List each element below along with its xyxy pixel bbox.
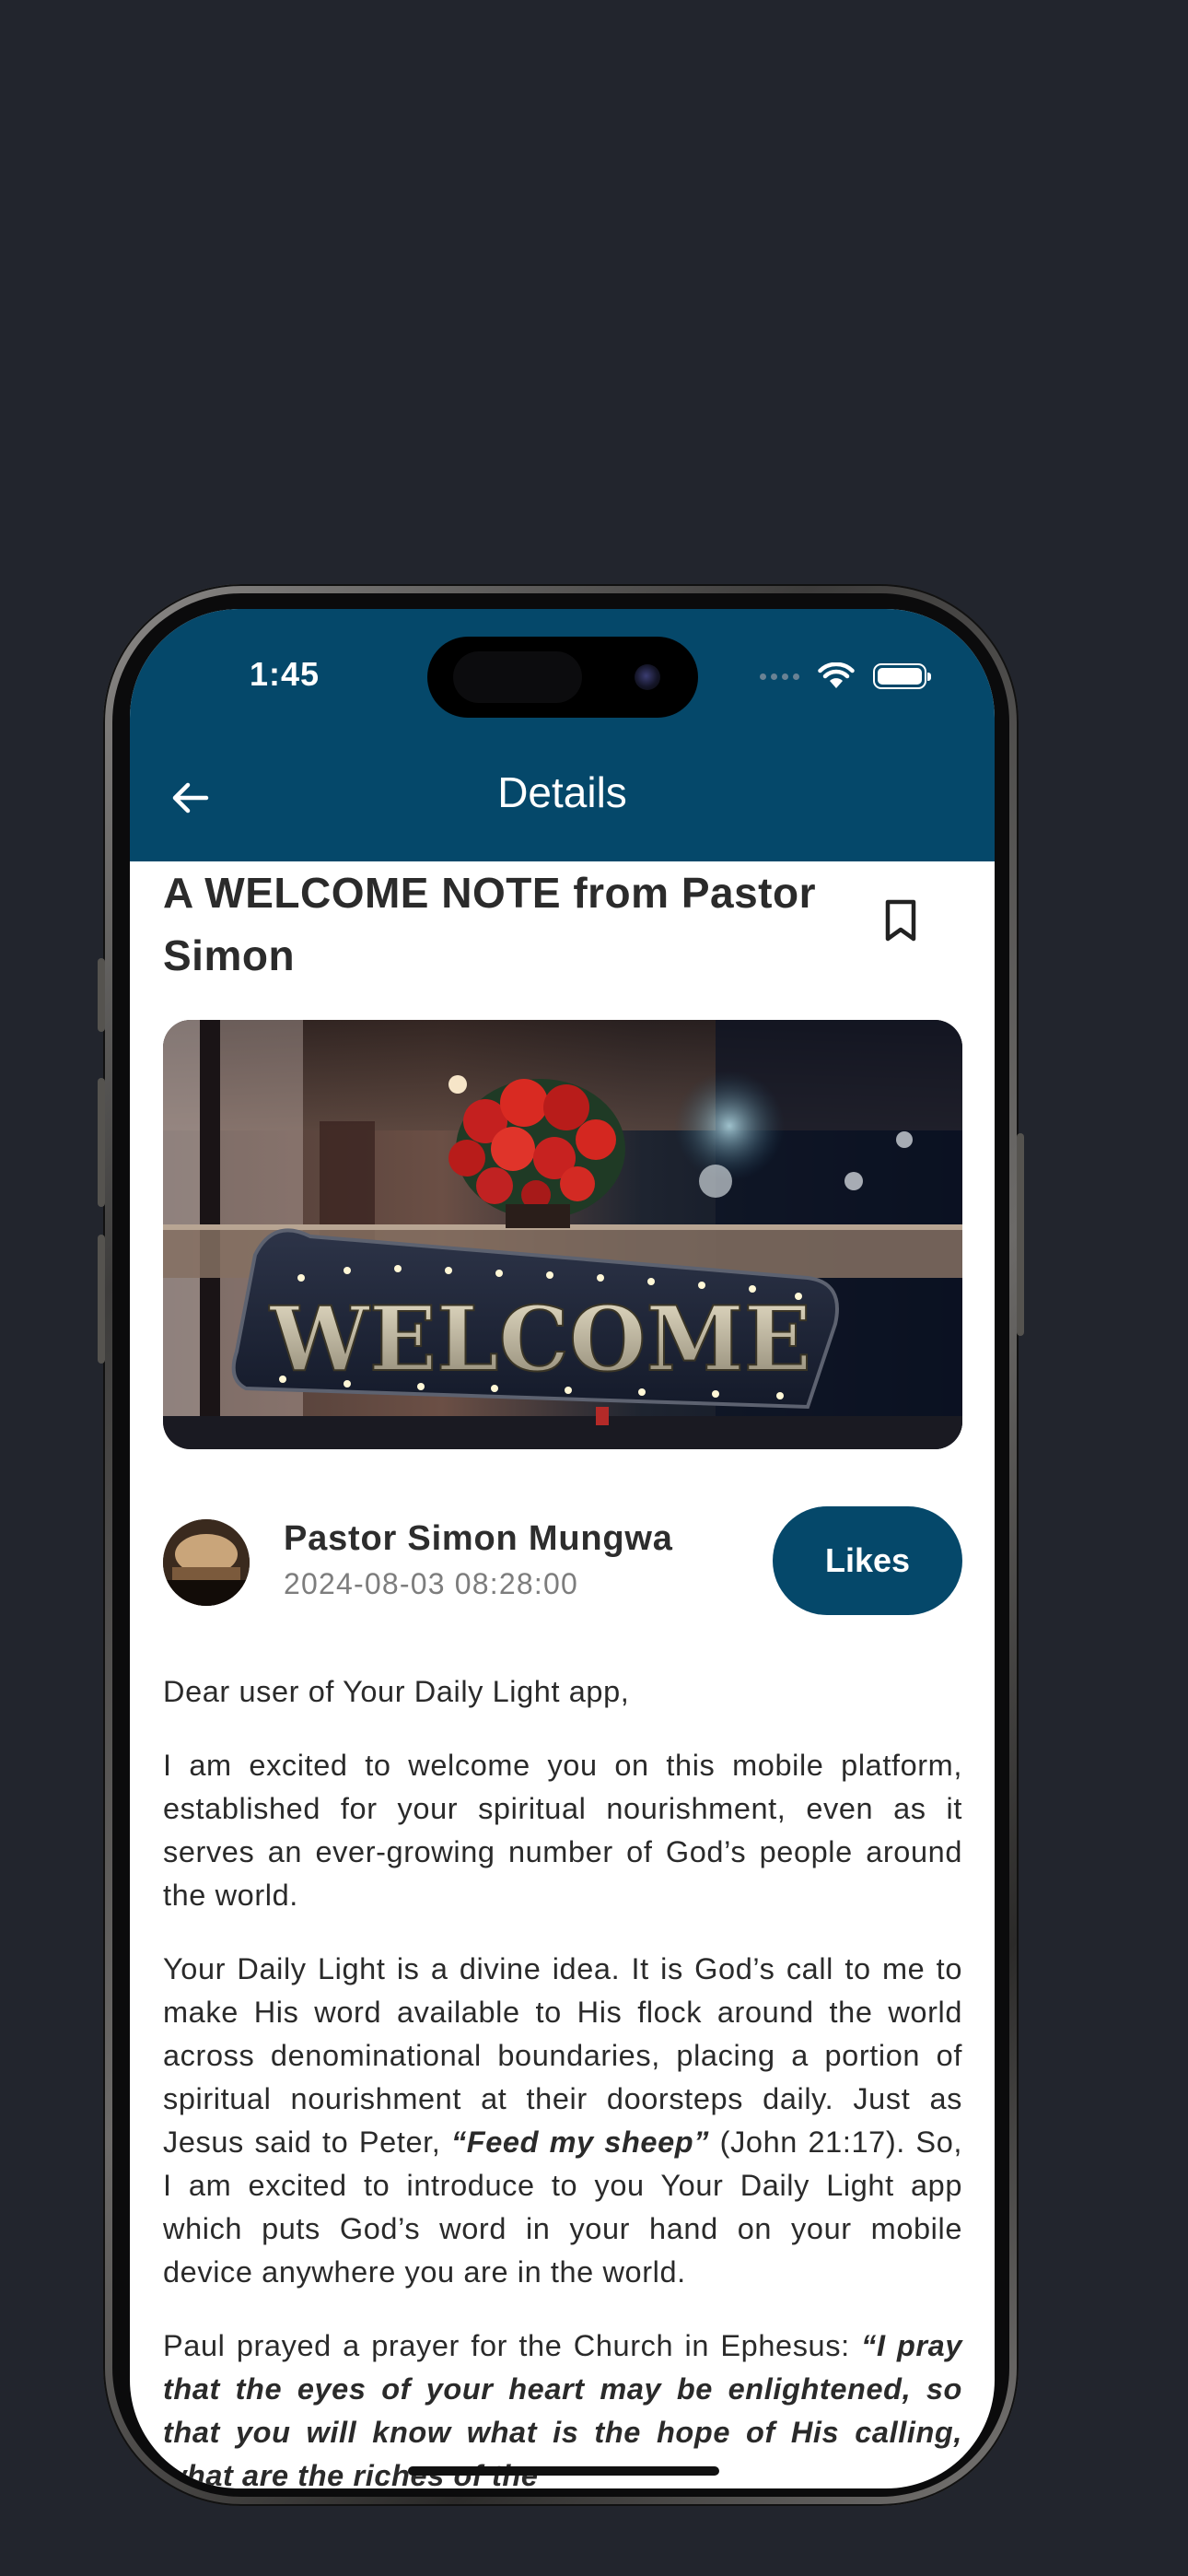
bookmark-button[interactable] — [880, 898, 921, 944]
status-indicators — [760, 661, 931, 692]
paragraph: I am excited to welcome you on this mobi… — [163, 1749, 962, 1912]
dynamic-island — [427, 637, 698, 718]
wifi-icon — [818, 662, 855, 688]
welcome-sign-text: WELCOME — [269, 1287, 811, 1391]
scripture-quote: “Feed my sheep” — [450, 2125, 710, 2159]
paragraph-text: Paul prayed a prayer for the Church in E… — [163, 2329, 862, 2362]
paragraph: Dear user of Your Daily Light app, — [163, 1675, 630, 1708]
post-image: WELCOME — [163, 1020, 962, 1449]
author-name[interactable]: Pastor Simon Mungwa — [284, 1519, 673, 1559]
paragraph: Your Daily Light is a divine idea. It is… — [163, 1948, 962, 2294]
phone-screen: 1:45 Details A WELCOME NOTE from Pastor … — [130, 609, 995, 2488]
status-time: 1:45 — [250, 655, 320, 693]
cellular-signal-icon — [760, 673, 799, 680]
power-button — [1017, 1133, 1024, 1336]
volume-up-button — [98, 1078, 105, 1207]
avatar[interactable] — [163, 1519, 250, 1606]
home-indicator[interactable] — [408, 2466, 719, 2476]
action-button — [98, 958, 105, 1032]
post-title: A WELCOME NOTE from Pastor Simon — [163, 869, 816, 979]
page-title: Details — [497, 768, 627, 816]
post-date: 2024-08-03 08:28:00 — [284, 1567, 578, 1600]
front-camera — [635, 664, 660, 690]
island-sensor — [453, 651, 582, 703]
welcome-sign-image: WELCOME — [163, 1020, 962, 1449]
author-row: Pastor Simon Mungwa 2024-08-03 08:28:00 … — [163, 1506, 962, 1617]
volume-down-button — [98, 1235, 105, 1364]
post-body: Dear user of Your Daily Light app, I am … — [163, 1670, 962, 2488]
battery-icon — [873, 663, 931, 689]
app-bar: 1:45 Details — [130, 609, 995, 861]
bookmark-icon — [885, 899, 916, 942]
likes-button[interactable]: Likes — [773, 1506, 962, 1615]
avatar-image — [163, 1519, 250, 1606]
paragraph: Paul prayed a prayer for the Church in E… — [163, 2324, 962, 2488]
